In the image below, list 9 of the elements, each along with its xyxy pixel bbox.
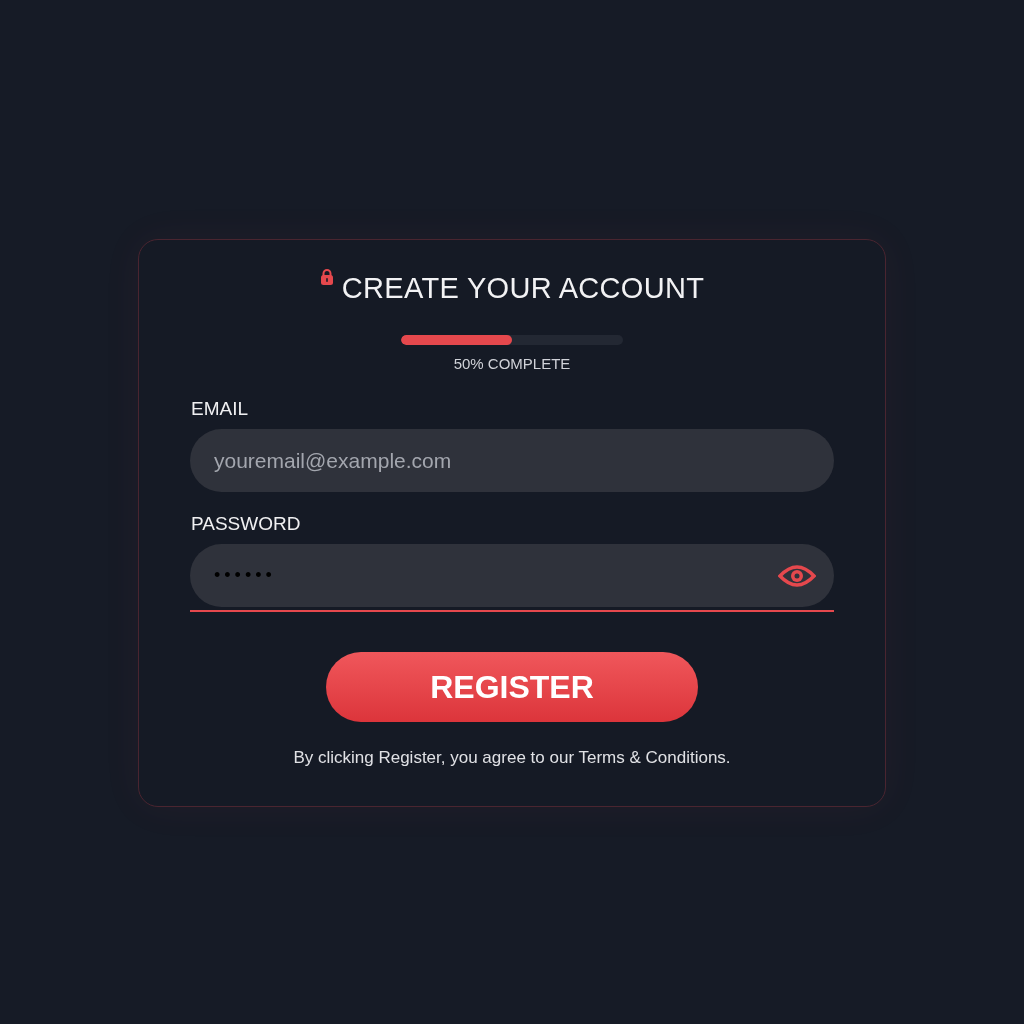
- email-field[interactable]: youremail@example.com: [190, 429, 834, 492]
- progress-label: 50% COMPLETE: [453, 355, 571, 372]
- lock-icon: [319, 268, 334, 286]
- form-title: CREATE YOUR ACCOUNT: [341, 272, 705, 305]
- field-label: PASSWORD: [191, 513, 302, 535]
- terms-text: By clicking Register, you agree to our Terms & Conditions.: [293, 748, 731, 768]
- field-label: EMAIL: [191, 398, 250, 420]
- register-button[interactable]: REGISTER: [326, 652, 698, 722]
- eye-icon[interactable]: [778, 564, 816, 588]
